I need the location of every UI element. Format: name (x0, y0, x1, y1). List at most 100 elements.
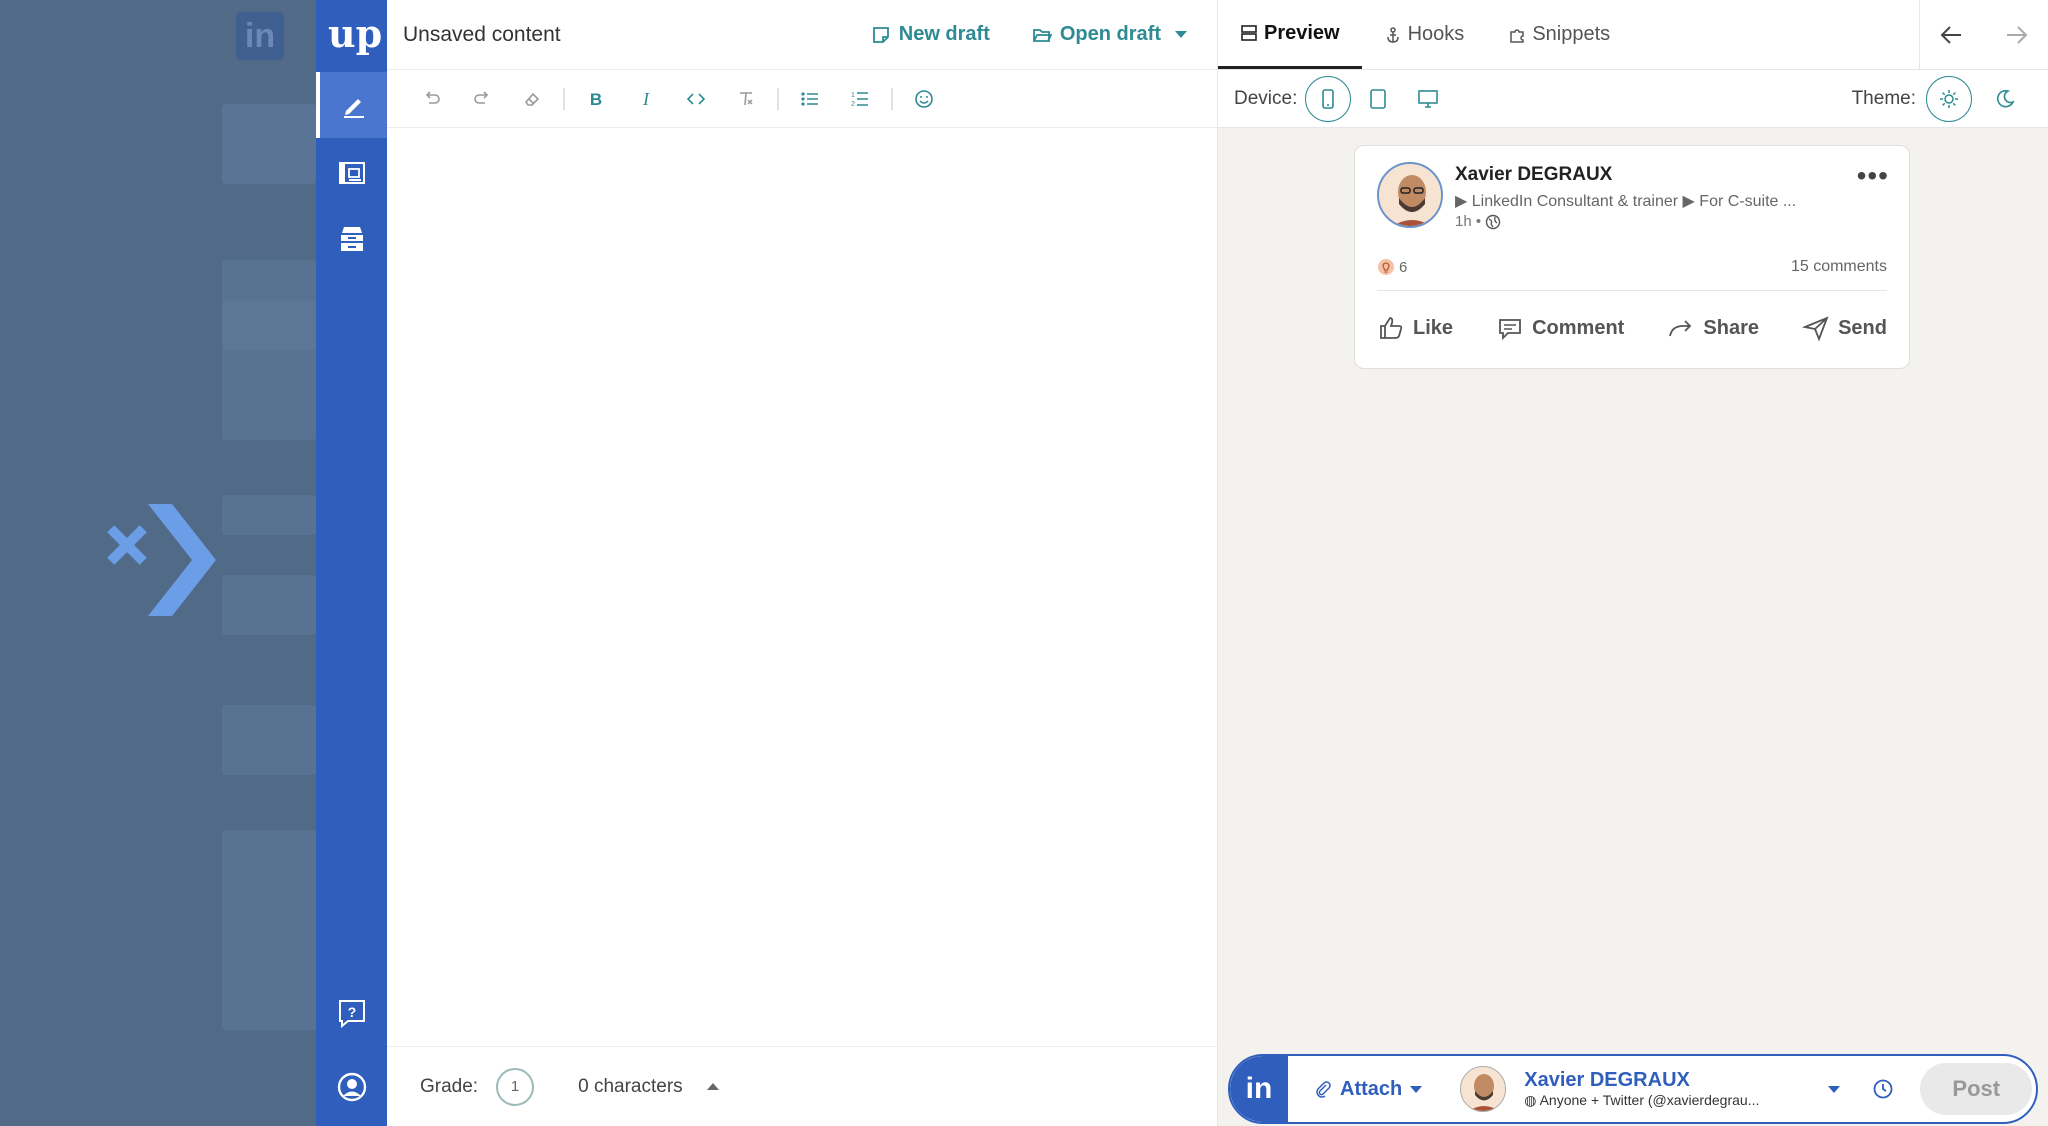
reactions-summary[interactable]: 6 (1377, 258, 1407, 276)
editor-panel: Unsaved content New draft Open draft B I… (387, 0, 1218, 1126)
comment-button[interactable]: Comment (1496, 314, 1624, 342)
user-account-icon (337, 1072, 366, 1102)
background-page: in (0, 0, 316, 1126)
theme-light-button[interactable] (1926, 76, 1972, 122)
clock-icon[interactable] (1872, 1078, 1894, 1100)
history-navigation (1919, 0, 2048, 70)
rail-dashboard-button[interactable] (316, 140, 387, 206)
audience-label: Anyone + Twitter (@xavierdegrau... (1539, 1092, 1760, 1108)
like-button[interactable]: Like (1377, 314, 1453, 342)
attach-label: Attach (1340, 1077, 1403, 1100)
lightbulb-reaction-icon (1378, 259, 1394, 275)
tab-preview-label: Preview (1264, 21, 1340, 44)
account-text: Xavier DEGRAUX ◍ Anyone + Twitter (@xavi… (1524, 1069, 1814, 1109)
clear-format-icon (740, 91, 753, 105)
svg-text:1: 1 (851, 92, 855, 99)
send-button[interactable]: Send (1802, 314, 1887, 342)
new-draft-button[interactable]: New draft (871, 23, 990, 46)
tablet-icon (1370, 88, 1387, 109)
emoji-icon (915, 89, 933, 108)
app-logo: up (328, 11, 383, 56)
bold-button[interactable]: B (571, 77, 621, 121)
toolbar-divider (777, 87, 779, 110)
rail-help-button[interactable]: ? (316, 980, 387, 1046)
chevron-up-icon[interactable] (706, 1083, 719, 1090)
rail-editor-button[interactable] (316, 72, 387, 138)
preview-panel: Preview Hooks Snippets Device: Theme: Xa… (1218, 0, 2048, 1126)
back-button[interactable] (1920, 0, 1984, 70)
redo-button[interactable] (457, 77, 507, 121)
code-icon (686, 92, 706, 105)
author-name: Xavier DEGRAUX (1455, 164, 1613, 185)
numbered-list-button[interactable]: 12 (835, 77, 885, 121)
background-text-block (222, 495, 316, 535)
sun-icon (1940, 90, 1958, 108)
new-draft-label: New draft (898, 23, 990, 45)
reactions-count: 6 (1399, 258, 1408, 276)
arrow-right-icon (2007, 26, 2028, 44)
layout-icon (1241, 25, 1257, 41)
theme-switcher: Theme: (1852, 76, 2028, 122)
theme-dark-button[interactable] (1982, 76, 2028, 122)
paperclip-icon (1316, 1081, 1331, 1098)
share-icon (1669, 320, 1692, 337)
character-count: 0 characters (578, 1075, 683, 1097)
text-editor-area[interactable] (387, 128, 1218, 1046)
extension-logo-icon (107, 504, 216, 616)
card-divider (1377, 290, 1887, 291)
undo-button[interactable] (407, 77, 457, 121)
pen-icon (343, 99, 364, 118)
bold-icon: B (590, 90, 602, 109)
mobile-icon (1322, 88, 1335, 109)
emoji-button[interactable] (899, 77, 949, 121)
open-draft-label: Open draft (1059, 23, 1161, 45)
comment-label: Comment (1532, 316, 1625, 339)
send-label: Send (1838, 316, 1887, 339)
tab-hooks[interactable]: Hooks (1362, 0, 1487, 69)
device-desktop-button[interactable] (1405, 76, 1451, 122)
post-time: 1h • (1455, 213, 1482, 230)
device-label: Device: (1234, 87, 1298, 109)
post-button[interactable]: Post (1920, 1063, 2033, 1115)
rail-archive-button[interactable] (316, 206, 387, 272)
linkedin-network-icon[interactable]: in (1230, 1056, 1288, 1122)
editor-header: Unsaved content New draft Open draft (387, 0, 1217, 70)
tab-hooks-label: Hooks (1407, 23, 1465, 45)
toolbar-divider (891, 87, 893, 110)
paper-plane-icon (1802, 316, 1829, 342)
dashboard-icon (338, 162, 365, 184)
left-rail: up ? (316, 0, 387, 1126)
clear-format-button[interactable] (721, 77, 771, 121)
comments-count[interactable]: 15 comments (1791, 258, 1887, 276)
app-window: up ? Unsaved content New draft Open draf… (316, 0, 2048, 1126)
background-text-block (222, 300, 316, 440)
attach-button[interactable]: Attach (1314, 1077, 1423, 1101)
chevron-down-icon (1410, 1085, 1423, 1093)
formatting-toolbar: B I 12 (387, 70, 1217, 128)
device-mobile-button[interactable] (1305, 75, 1352, 122)
open-draft-button[interactable]: Open draft (1032, 23, 1187, 46)
theme-label: Theme: (1851, 88, 1916, 109)
share-button[interactable]: Share (1667, 314, 1759, 342)
tab-preview[interactable]: Preview (1218, 0, 1362, 69)
person-photo-icon (1379, 164, 1441, 226)
anchor-icon (1386, 26, 1399, 43)
desktop-icon (1418, 89, 1439, 108)
author-headline: ▶ LinkedIn Consultant & trainer ▶ For C-… (1455, 193, 1797, 210)
bullet-list-button[interactable] (785, 77, 835, 121)
italic-button[interactable]: I (621, 77, 671, 121)
note-icon (872, 26, 889, 43)
account-selector[interactable]: Xavier DEGRAUX ◍ Anyone + Twitter (@xavi… (1460, 1066, 1841, 1112)
undo-icon (425, 90, 440, 104)
code-button[interactable] (671, 77, 721, 121)
rail-account-button[interactable] (316, 1054, 387, 1120)
eraser-icon (524, 92, 540, 106)
audience-text: ◍ Anyone + Twitter (@xavierdegrau... (1524, 1092, 1814, 1109)
more-options-icon[interactable]: ••• (1857, 160, 1889, 192)
device-tablet-button[interactable] (1355, 76, 1401, 122)
forward-button[interactable] (1984, 0, 2048, 70)
svg-text:B: B (590, 90, 602, 109)
eraser-button[interactable] (507, 77, 557, 121)
tab-snippets[interactable]: Snippets (1486, 0, 1632, 69)
post-actions: Like Comment Share Send (1377, 306, 1887, 350)
